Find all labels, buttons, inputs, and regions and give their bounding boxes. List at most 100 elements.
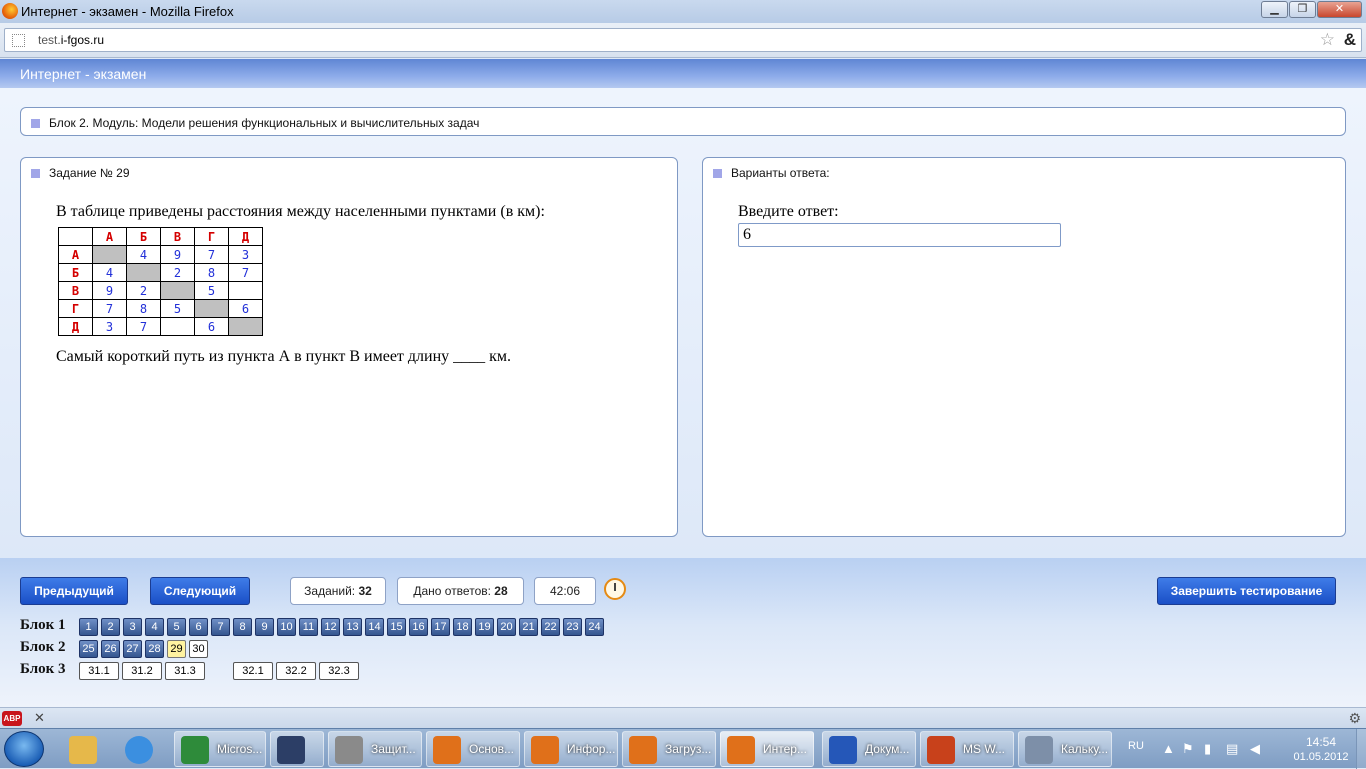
question-button-6[interactable]: 6 [189,618,208,636]
question-button-27[interactable]: 27 [123,640,142,658]
question-button-26[interactable]: 26 [101,640,120,658]
answer-input[interactable] [738,223,1061,247]
question-button-25[interactable]: 25 [79,640,98,658]
tasks-counter: Заданий: 32 [290,577,386,605]
table-row-header: Б [58,263,93,282]
taskbar-item-label: Инфор... [567,742,616,756]
question-button-1[interactable]: 1 [79,618,98,636]
taskbar-item[interactable]: Защит... [328,731,422,767]
addon-icon[interactable]: & [1344,30,1356,50]
table-cell: 4 [92,263,127,282]
question-button-20[interactable]: 20 [497,618,516,636]
question-button-31-3[interactable]: 31.3 [165,662,205,680]
clock-time[interactable]: 14:54 [1299,735,1343,749]
question-button-13[interactable]: 13 [343,618,362,636]
question-button-10[interactable]: 10 [277,618,296,636]
table-cell: 3 [92,317,127,336]
tasks-label: Заданий: [304,584,356,598]
table-cell: 8 [194,263,229,282]
tray-expand-icon[interactable]: ▲ [1162,741,1175,756]
app-icon [181,736,209,764]
question-button-15[interactable]: 15 [387,618,406,636]
clock-date[interactable]: 01.05.2012 [1286,751,1356,763]
task-question: Самый короткий путь из пункта А в пункт … [56,348,512,365]
question-button-32-1[interactable]: 32.1 [233,662,273,680]
table-cell: 5 [194,281,229,300]
url-text[interactable]: test.i-fgos.ru [38,33,104,47]
question-button-21[interactable]: 21 [519,618,538,636]
table-cell: 9 [92,281,127,300]
table-row: Б4 287 [58,263,263,282]
table-header-row: АБВГД [58,227,263,246]
taskbar-item[interactable]: Основ... [426,731,520,767]
language-indicator[interactable]: RU [1128,740,1144,752]
question-button-2[interactable]: 2 [101,618,120,636]
question-button-32-3[interactable]: 32.3 [319,662,359,680]
gear-icon[interactable]: ⚙ [1348,710,1361,727]
adblock-icon[interactable]: ABP [2,711,22,726]
bullet-square-icon [713,169,722,179]
taskbar-item[interactable] [270,731,324,767]
taskbar-item[interactable]: MS W... [920,731,1014,767]
finish-test-button[interactable]: Завершить тестирование [1157,577,1336,605]
taskbar-item-label: Интер... [763,742,807,756]
question-button-30[interactable]: 30 [189,640,208,658]
table-row: Д37 6 [58,317,263,336]
app-icon [335,736,363,764]
taskbar-item[interactable]: Кальку... [1018,731,1112,767]
table-row-header: Д [58,317,93,336]
question-button-7[interactable]: 7 [211,618,230,636]
question-button-8[interactable]: 8 [233,618,252,636]
question-button-11[interactable]: 11 [299,618,318,636]
question-button-17[interactable]: 17 [431,618,450,636]
maximize-button[interactable]: ❐ [1289,1,1316,18]
question-button-3[interactable]: 3 [123,618,142,636]
addon-bar-close-icon[interactable]: ✕ [34,710,45,726]
minimize-button[interactable]: ▁ [1261,1,1288,18]
question-button-31-1[interactable]: 31.1 [79,662,119,680]
question-button-9[interactable]: 9 [255,618,274,636]
question-button-4[interactable]: 4 [145,618,164,636]
network-icon[interactable]: ▤ [1226,741,1238,757]
device-icon[interactable]: ▮ [1204,741,1211,757]
question-button-19[interactable]: 19 [475,618,494,636]
question-button-14[interactable]: 14 [365,618,384,636]
url-bar[interactable]: test.i-fgos.ru ☆ & [4,28,1362,52]
show-desktop-button[interactable] [1356,729,1366,769]
taskbar-explorer[interactable] [62,731,108,767]
task-panel: Задание № 29 В таблице приведены расстоя… [20,157,678,537]
taskbar-item[interactable]: Загруз... [622,731,716,767]
bookmark-star-icon[interactable]: ☆ [1320,30,1335,50]
question-button-31-2[interactable]: 31.2 [122,662,162,680]
question-button-12[interactable]: 12 [321,618,340,636]
taskbar-item[interactable]: Интер... [720,731,814,767]
question-button-5[interactable]: 5 [167,618,186,636]
question-button-32-2[interactable]: 32.2 [276,662,316,680]
question-button-23[interactable]: 23 [563,618,582,636]
table-cell: 7 [228,263,263,282]
table-cell [194,299,229,318]
answers-count: 28 [494,584,508,598]
question-button-16[interactable]: 16 [409,618,428,636]
next-button[interactable]: Следующий [150,577,250,605]
flag-icon[interactable]: ⚑ [1182,741,1194,757]
table-cell [160,281,195,300]
previous-button[interactable]: Предыдущий [20,577,128,605]
start-button[interactable] [4,731,44,767]
table-col-header: Д [228,227,263,246]
question-button-24[interactable]: 24 [585,618,604,636]
taskbar-item[interactable]: Micros... [174,731,266,767]
question-button-29[interactable]: 29 [167,640,186,658]
volume-muted-icon[interactable]: ◀ [1250,741,1260,757]
app-title: Интернет - экзамен [20,66,147,82]
tasks-count: 32 [358,584,372,598]
question-button-22[interactable]: 22 [541,618,560,636]
question-button-28[interactable]: 28 [145,640,164,658]
taskbar-item[interactable]: Докум... [822,731,916,767]
page-content: Интернет - экзамен Блок 2. Модуль: Модел… [0,59,1366,707]
close-window-button[interactable]: ✕ [1317,1,1362,18]
taskbar-item[interactable]: Инфор... [524,731,618,767]
question-button-18[interactable]: 18 [453,618,472,636]
taskbar-ie[interactable] [118,731,164,767]
answer-body: Введите ответ: [738,203,1061,247]
